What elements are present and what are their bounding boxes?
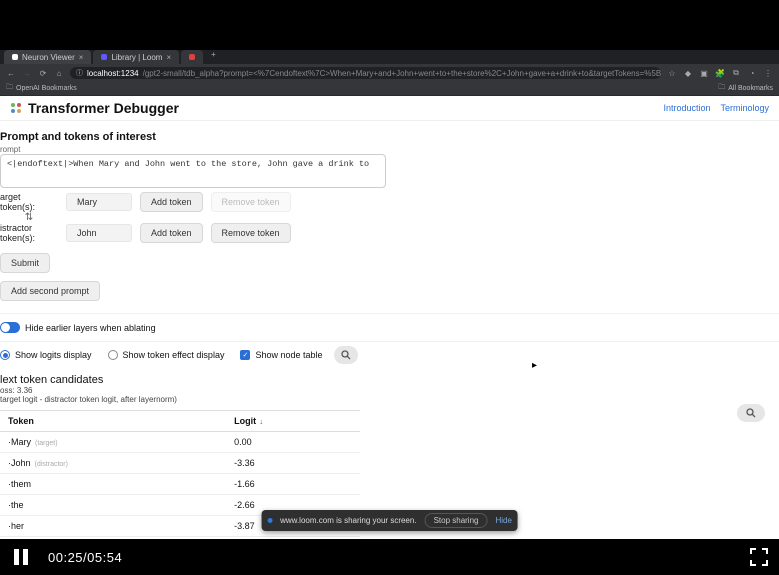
- fullscreen-button[interactable]: [749, 547, 769, 567]
- share-text: www.loom.com is sharing your screen.: [280, 516, 417, 525]
- tab-title-1: Neuron Viewer: [22, 53, 75, 62]
- time-total: 05:54: [87, 550, 122, 565]
- remove-target-button: Remove token: [211, 192, 291, 212]
- add-second-prompt-button[interactable]: Add second prompt: [0, 281, 100, 301]
- bookmark-label: OpenAI Bookmarks: [16, 85, 77, 92]
- loss-display: oss: 3.36: [0, 386, 779, 395]
- sort-desc-icon: ↓: [259, 417, 263, 426]
- browser-tab-3[interactable]: [181, 50, 203, 64]
- logit-cell: 0.00: [226, 432, 360, 453]
- show-token-effect-label: Show token effect display: [123, 350, 225, 360]
- browser-tab-1[interactable]: Neuron Viewer ×: [4, 50, 91, 64]
- cursor-icon: ▸: [532, 360, 537, 371]
- prompt-input[interactable]: <|endoftext|>When Mary and John went to …: [0, 154, 386, 188]
- close-icon[interactable]: ×: [79, 53, 84, 62]
- table-row[interactable]: ·John(distractor)-3.36: [0, 453, 360, 474]
- intro-link[interactable]: Introduction: [663, 103, 710, 113]
- close-icon[interactable]: ×: [166, 53, 171, 62]
- target-tokens-label: arget token(s):: [0, 192, 58, 212]
- distractor-token-chip[interactable]: John: [66, 224, 132, 242]
- remove-distractor-button[interactable]: Remove token: [211, 223, 291, 243]
- show-logits-radio[interactable]: [0, 350, 10, 360]
- prompt-section-heading: Prompt and tokens of interest: [0, 125, 779, 145]
- table-row[interactable]: ·Mary(target)0.00: [0, 432, 360, 453]
- add-distractor-button[interactable]: Add token: [140, 223, 203, 243]
- token-cell: ·the: [0, 495, 226, 516]
- zoom-button[interactable]: [334, 346, 358, 364]
- ext-1-icon[interactable]: ◆: [683, 69, 693, 78]
- video-timestamp: 00:25/05:54: [48, 550, 122, 565]
- hide-layers-toggle[interactable]: [0, 322, 20, 333]
- bookmark-item[interactable]: 🗀 OpenAI Bookmarks: [6, 83, 77, 94]
- window-icon[interactable]: ⧉: [731, 68, 741, 78]
- tab-fav-1: [12, 54, 18, 60]
- tab-title-2: Library | Loom: [111, 53, 162, 62]
- all-bookmarks-label: All Bookmarks: [728, 85, 773, 92]
- prompt-label: rompt: [0, 145, 779, 154]
- forward-icon[interactable]: →: [22, 69, 32, 78]
- token-tag: (target): [35, 440, 58, 447]
- hide-share-button[interactable]: Hide: [495, 516, 511, 525]
- pause-button[interactable]: [10, 546, 32, 568]
- folder-icon: 🗀: [6, 83, 13, 94]
- all-bookmarks[interactable]: 🗀 All Bookmarks: [718, 83, 773, 94]
- show-token-effect-radio[interactable]: [108, 350, 118, 360]
- share-indicator-icon: [267, 518, 272, 523]
- col-logit[interactable]: Logit↓: [226, 411, 360, 432]
- terms-link[interactable]: Terminology: [720, 103, 769, 113]
- show-logits-label: Show logits display: [15, 350, 92, 360]
- magnify-icon: [746, 408, 756, 418]
- folder-icon: 🗀: [718, 83, 725, 94]
- token-tag: (distractor): [35, 461, 68, 468]
- token-cell: ·them: [0, 474, 226, 495]
- col-token[interactable]: Token: [0, 411, 226, 432]
- token-cell: ·her: [0, 516, 226, 537]
- avatar-icon[interactable]: ◔: [747, 69, 757, 78]
- back-icon[interactable]: ←: [6, 69, 16, 78]
- tab-fav-3: [189, 54, 195, 60]
- fullscreen-icon: [749, 547, 769, 567]
- target-token-chip[interactable]: Mary: [66, 193, 132, 211]
- url-bar[interactable]: ⓘ localhost:1234 /gpt2-small/tdb_alpha?p…: [70, 67, 661, 79]
- submit-button[interactable]: Submit: [0, 253, 50, 273]
- swap-icon[interactable]: ⇅: [0, 212, 58, 223]
- ext-2-icon[interactable]: ▣: [699, 69, 709, 78]
- browser-tab-2[interactable]: Library | Loom ×: [93, 50, 179, 64]
- distractor-tokens-label: istractor token(s):: [0, 223, 58, 243]
- app-logo-icon: [10, 102, 22, 114]
- page-title: Transformer Debugger: [28, 100, 179, 116]
- candidates-subtitle: target logit - distractor token logit, a…: [0, 395, 779, 404]
- show-node-table-label: Show node table: [255, 350, 322, 360]
- show-node-table-checkbox[interactable]: ✓: [240, 350, 250, 360]
- loss-label: oss:: [0, 386, 17, 395]
- menu-icon[interactable]: ⋮: [763, 69, 773, 78]
- logit-cell: -1.66: [226, 474, 360, 495]
- loss-value: 3.36: [17, 386, 33, 395]
- home-icon[interactable]: ⌂: [54, 69, 64, 78]
- add-target-button[interactable]: Add token: [140, 192, 203, 212]
- hide-layers-label: Hide earlier layers when ablating: [25, 323, 156, 333]
- new-tab-button[interactable]: +: [205, 50, 222, 64]
- magnify-icon: [341, 350, 351, 360]
- screen-share-bar: www.loom.com is sharing your screen. Sto…: [261, 510, 518, 531]
- puzzle-icon[interactable]: 🧩: [715, 69, 725, 78]
- table-row[interactable]: ·them-1.66: [0, 474, 360, 495]
- url-path: /gpt2-small/tdb_alpha?prompt=<%7Cendofte…: [143, 69, 661, 78]
- time-current: 00:25: [48, 550, 83, 565]
- zoom-candidates-button[interactable]: [737, 404, 765, 422]
- pause-icon: [10, 546, 32, 568]
- token-cell: ·Mary(target): [0, 432, 226, 453]
- candidates-heading: lext token candidates: [0, 374, 779, 386]
- star-icon[interactable]: ☆: [667, 69, 677, 78]
- logit-cell: -3.36: [226, 453, 360, 474]
- site-info-icon[interactable]: ⓘ: [76, 68, 83, 78]
- stop-sharing-button[interactable]: Stop sharing: [425, 513, 488, 528]
- url-host: localhost:1234: [87, 69, 139, 78]
- reload-icon[interactable]: ⟳: [38, 69, 48, 78]
- tab-fav-2: [101, 54, 107, 60]
- token-cell: ·John(distractor): [0, 453, 226, 474]
